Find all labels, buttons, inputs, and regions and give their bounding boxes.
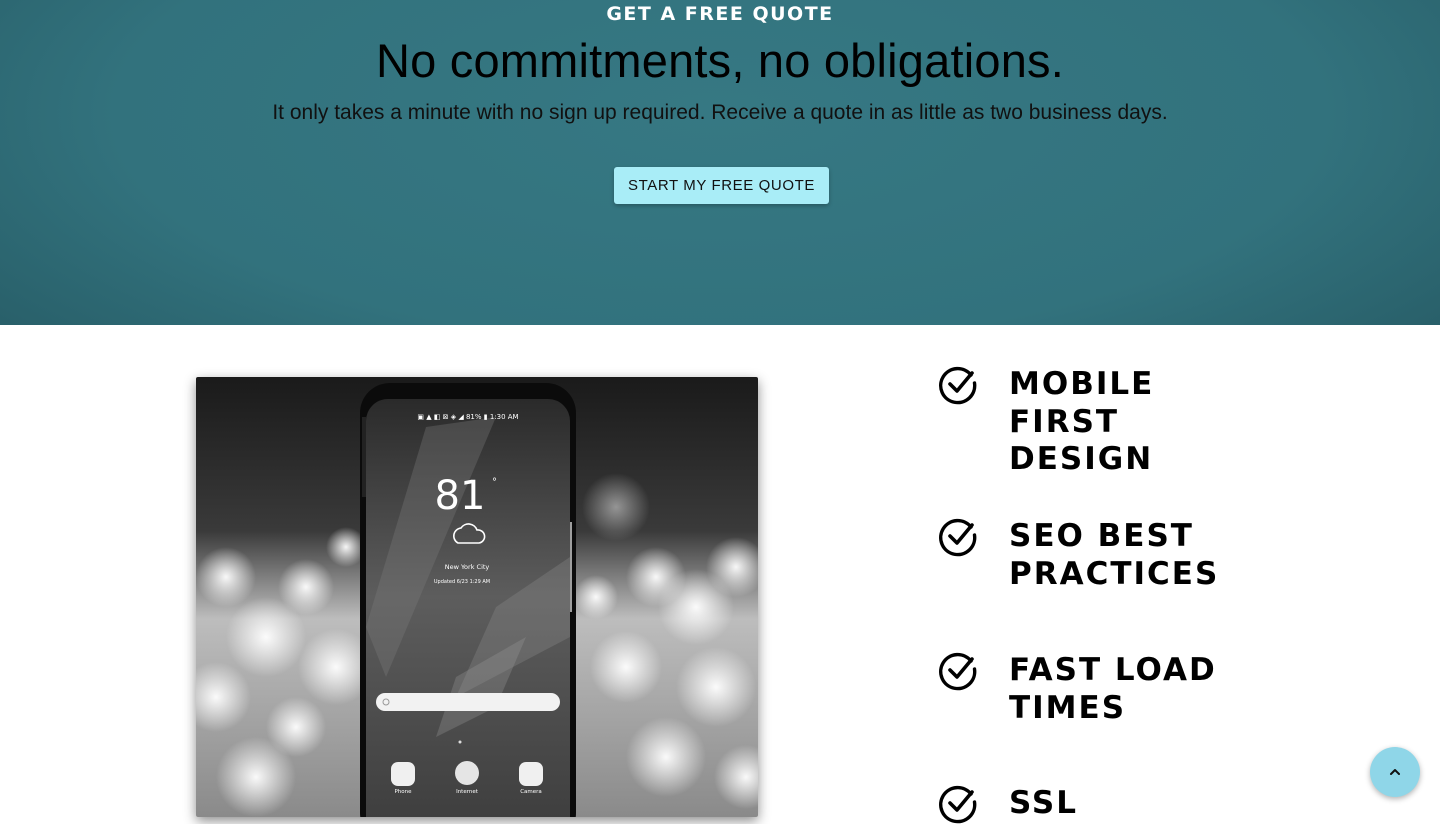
check-circle-icon	[939, 518, 977, 557]
hero-subtext: It only takes a minute with no sign up r…	[272, 101, 1168, 124]
feature-label: SSL	[1009, 785, 1079, 821]
feature-item: Mobile First Design	[937, 366, 1152, 477]
chevron-up-icon	[1390, 769, 1400, 775]
feature-label: Mobile First Design	[1009, 366, 1155, 477]
quote-hero: GET A FREE QUOTE No commitments, no obli…	[0, 0, 1440, 325]
feature-label: SEO Best Practices	[1009, 518, 1220, 592]
phone-updated: Updated 6/23 1:29 AM	[434, 579, 490, 585]
feature-item: SEO Best Practices	[937, 518, 1217, 592]
back-to-top-button[interactable]	[1370, 747, 1420, 797]
feature-item: Fast Load Times	[937, 652, 1215, 726]
feature-label: Fast Load Times	[1009, 652, 1217, 726]
check-circle-icon	[939, 785, 977, 824]
phone-city: New York City	[445, 563, 490, 571]
feature-item: SSL	[937, 785, 1076, 824]
check-circle-icon	[939, 366, 977, 405]
app-label-phone: Phone	[394, 789, 412, 795]
app-label-internet: Internet	[456, 789, 479, 795]
phone-temperature: 81	[435, 473, 486, 519]
phone-status-bar: ▣ ▲ ◧ ⊠ ◈ ◢ 81% ▮ 1:30 AM	[417, 413, 518, 421]
phone-degree-symbol: °	[492, 477, 497, 488]
hero-eyebrow: GET A FREE QUOTE	[606, 3, 834, 25]
hero-headline: No commitments, no obligations.	[376, 34, 1064, 87]
start-quote-button[interactable]: START MY FREE QUOTE	[614, 167, 829, 204]
check-circle-icon	[939, 652, 977, 691]
app-label-camera: Camera	[520, 789, 542, 795]
phone-photo: ▣ ▲ ◧ ⊠ ◈ ◢ 81% ▮ 1:30 AM 81 ° New York …	[196, 377, 758, 817]
